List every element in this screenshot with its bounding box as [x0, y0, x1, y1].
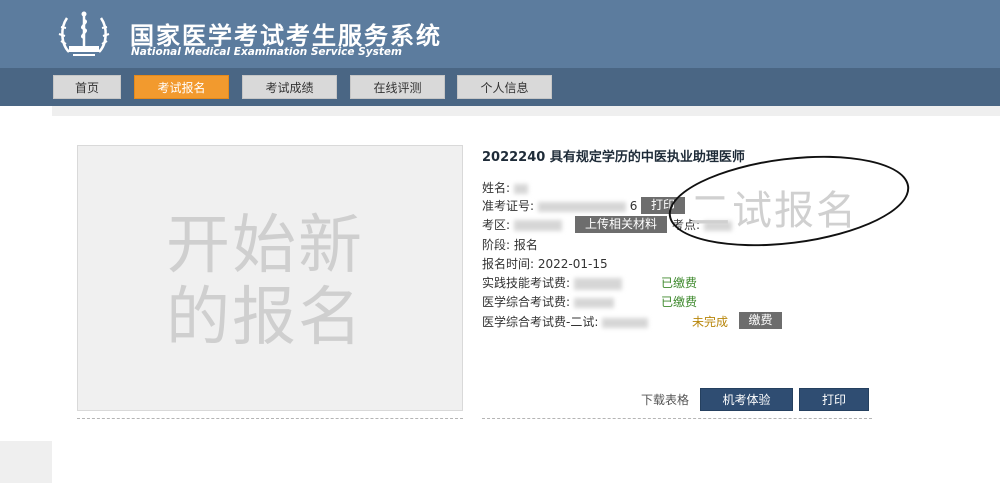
- redacted-exam-area: [513, 220, 562, 231]
- print-button[interactable]: 打印: [799, 388, 869, 411]
- exam-area-row: 考区:: [482, 216, 562, 233]
- nav-exam-registration[interactable]: 考试报名: [134, 75, 229, 99]
- pay-fee-button[interactable]: 缴费: [739, 312, 782, 329]
- ticket-row: 准考证号: 6: [482, 197, 637, 214]
- reg-time-row: 报名时间: 2022-01-15: [482, 255, 608, 272]
- fee-label: 实践技能考试费:: [482, 276, 571, 290]
- reg-time-label: 报名时间:: [482, 257, 535, 271]
- fee-row-second-exam: 医学综合考试费-二试:: [482, 313, 649, 330]
- fee-label: 医学综合考试费:: [482, 295, 571, 309]
- download-form-link[interactable]: 下载表格: [641, 391, 689, 408]
- site-header: 国家医学考试考生服务系统 National Medical Examinatio…: [0, 0, 1000, 68]
- reg-time-value: 2022-01-15: [537, 257, 608, 271]
- redacted-fee-amount: [602, 317, 649, 328]
- redacted-fee-amount: [573, 297, 614, 308]
- exam-area-label: 考区:: [482, 218, 511, 232]
- new-registration-label: 开始新的报名: [166, 209, 364, 355]
- registration-title: 2022240 具有规定学历的中医执业助理医师: [482, 150, 745, 165]
- redacted-name: [513, 183, 528, 194]
- fee-row-practical: 实践技能考试费:: [482, 274, 622, 291]
- fee-status: 已缴费: [661, 295, 698, 309]
- redacted-fee-amount: [573, 277, 622, 290]
- ticket-digit: 6: [629, 199, 638, 213]
- name-row: 姓名:: [482, 179, 528, 196]
- fee-status: 未完成: [692, 315, 729, 329]
- divider-left: [77, 418, 463, 419]
- medical-emblem-logo: [55, 8, 113, 60]
- redacted-ticket-number: [537, 201, 626, 212]
- stage-row: 阶段: 报名: [482, 236, 538, 253]
- fee-status: 已缴费: [661, 276, 698, 290]
- new-registration-card[interactable]: 开始新的报名: [77, 145, 463, 411]
- ticket-label: 准考证号:: [482, 199, 535, 213]
- fee-row-comprehensive: 医学综合考试费:: [482, 293, 614, 310]
- main-nav: 首页 考试报名 考试成绩 在线评测 个人信息: [0, 68, 1000, 106]
- site-subtitle: National Medical Examination Service Sys…: [131, 46, 402, 58]
- nav-exam-results[interactable]: 考试成绩: [242, 75, 337, 99]
- fee-label: 医学综合考试费-二试:: [482, 315, 599, 329]
- nav-online-assessment[interactable]: 在线评测: [350, 75, 445, 99]
- stage-label: 阶段:: [482, 238, 511, 252]
- stage-value: 报名: [513, 238, 538, 252]
- page-margin: [0, 106, 52, 441]
- nav-home[interactable]: 首页: [53, 75, 121, 99]
- upload-materials-button[interactable]: 上传相关材料: [575, 216, 667, 233]
- divider-right: [482, 418, 872, 419]
- name-label: 姓名:: [482, 181, 511, 195]
- nav-personal-info[interactable]: 个人信息: [457, 75, 552, 99]
- mock-exam-button[interactable]: 机考体验: [700, 388, 793, 411]
